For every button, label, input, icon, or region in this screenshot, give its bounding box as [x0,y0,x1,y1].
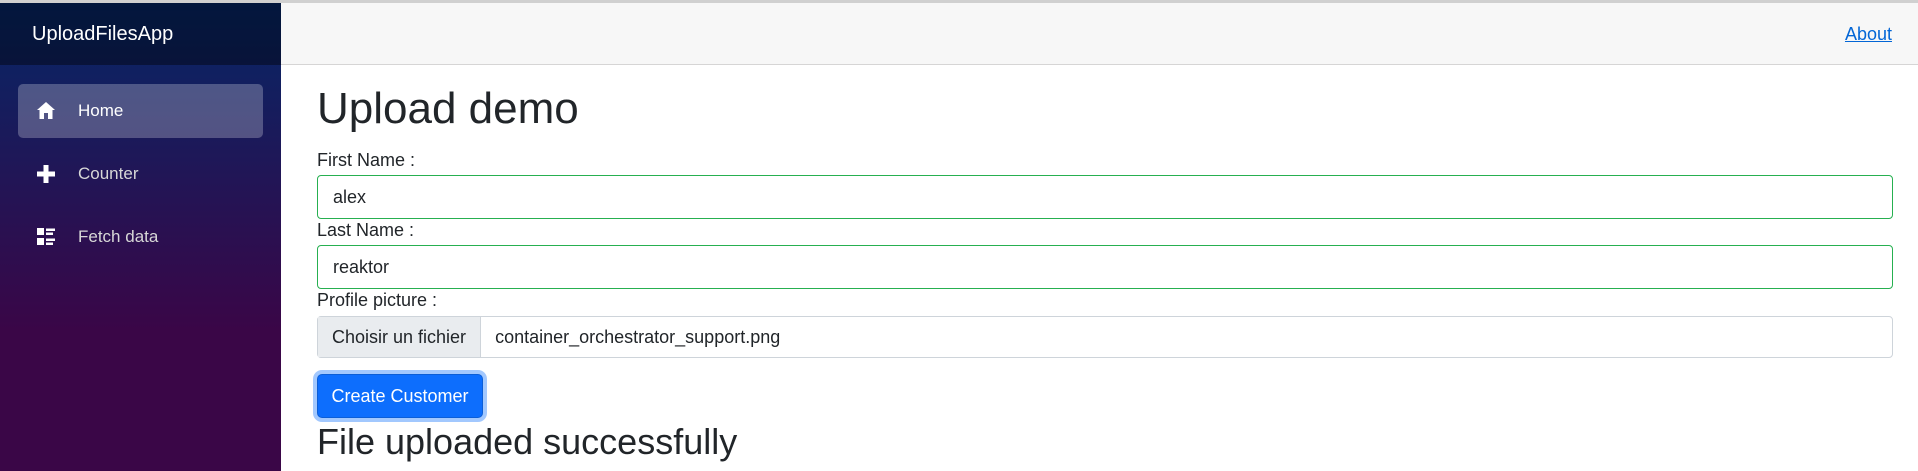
choose-file-button[interactable]: Choisir un fichier [318,317,482,357]
selected-file-name: container_orchestrator_support.png [495,326,781,347]
last-name-label: Last Name : [317,220,415,240]
window-top-border [0,0,1918,3]
create-customer-button[interactable]: Create Customer [317,374,483,418]
first-name-label: First Name : [317,150,416,170]
brand-bar: UploadFilesApp [0,3,281,65]
page-title: Upload demo [317,84,579,133]
first-name-input[interactable] [317,175,1893,219]
sidebar-item-fetch-data[interactable]: Fetch data [18,210,263,264]
list-rich-icon [34,225,58,249]
sidebar-item-label: Fetch data [78,227,159,246]
top-row: About [281,3,1918,65]
profile-picture-label: Profile picture : [317,290,438,310]
app-brand[interactable]: UploadFilesApp [32,23,173,46]
home-icon [34,99,58,123]
profile-picture-file-input[interactable]: Choisir un fichier container_orchestrato… [317,316,1893,358]
about-link[interactable]: About [1845,24,1892,45]
upload-result-message: File uploaded successfully [317,421,738,462]
sidebar-item-home[interactable]: Home [18,84,263,138]
plus-icon [34,162,58,186]
nav-menu: Home Counter Fetch data [0,65,281,264]
last-name-input[interactable] [317,245,1893,289]
sidebar-item-counter[interactable]: Counter [18,147,263,201]
sidebar: UploadFilesApp Home Counter Fetch data [0,3,281,471]
sidebar-item-label: Counter [78,164,139,183]
sidebar-item-label: Home [78,101,124,120]
